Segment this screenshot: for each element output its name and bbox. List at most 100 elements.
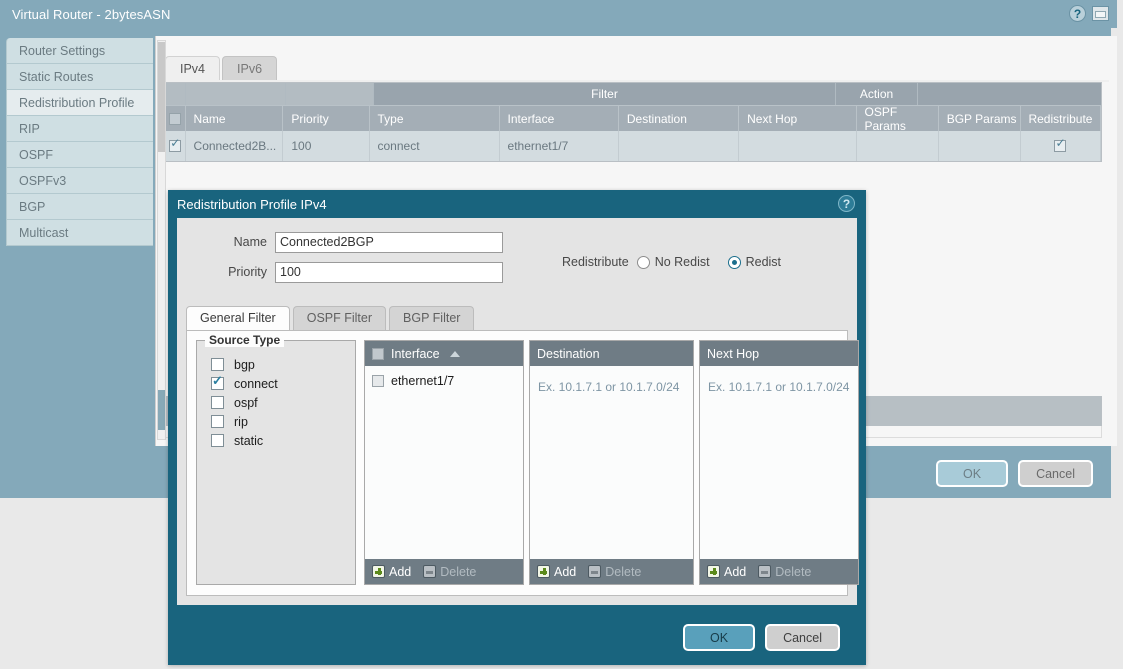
interface-list-body: ethernet1/7: [365, 366, 523, 559]
tab-ipv6[interactable]: IPv6: [222, 56, 277, 81]
dialog-cancel-button[interactable]: Cancel: [765, 624, 840, 651]
sidebar-item-static-routes[interactable]: Static Routes: [6, 64, 153, 90]
content-scrollbar-thumb[interactable]: [158, 42, 165, 152]
dialog-button-bar: OK Cancel: [683, 624, 840, 651]
tab-ipv4[interactable]: IPv4: [165, 56, 220, 81]
ospf-label: ospf: [234, 396, 258, 410]
grid-col-name[interactable]: Name: [186, 105, 284, 131]
dialog-title: Redistribution Profile IPv4: [177, 197, 327, 212]
rip-checkbox[interactable]: [211, 415, 224, 428]
tab-general-filter[interactable]: General Filter: [186, 306, 290, 330]
minus-icon: [423, 565, 436, 578]
static-checkbox[interactable]: [211, 434, 224, 447]
minus-icon: [758, 565, 771, 578]
destination-list-body: Ex. 10.1.7.1 or 10.1.7.0/24: [530, 366, 693, 559]
grid-col-redistribute[interactable]: Redistribute: [1021, 105, 1101, 131]
next-hop-list-header[interactable]: Next Hop: [700, 341, 858, 366]
name-label: Name: [177, 235, 275, 249]
redistribute-checkbox[interactable]: [1054, 140, 1066, 152]
interface-add-button[interactable]: Add: [372, 565, 411, 579]
screen: Virtual Router - 2bytesASN ? Router Sett…: [0, 0, 1123, 669]
dialog-body: Name Priority Redistribute No Redist Red…: [177, 218, 857, 605]
radio-redist[interactable]: Redist: [728, 255, 781, 269]
interface-list-header[interactable]: Interface: [365, 341, 523, 366]
grid-group-filter: Filter: [374, 83, 836, 105]
list-item[interactable]: ethernet1/7: [365, 370, 523, 392]
interface-list-panel: Interface ethernet1/7 Add: [364, 340, 524, 585]
select-all-checkbox[interactable]: [169, 113, 181, 125]
interface-delete-button[interactable]: Delete: [423, 565, 476, 579]
sort-ascending-icon[interactable]: [450, 351, 460, 357]
source-type-ospf[interactable]: ospf: [211, 393, 355, 412]
destination-list-header[interactable]: Destination: [530, 341, 693, 366]
bgp-label: bgp: [234, 358, 255, 372]
source-type-connect[interactable]: connect: [211, 374, 355, 393]
restore-window-icon[interactable]: [1092, 6, 1109, 21]
destination-list-panel: Destination Ex. 10.1.7.1 or 10.1.7.0/24 …: [529, 340, 694, 585]
row-select-cell[interactable]: [166, 131, 186, 161]
grid-header-row: Name Priority Type Interface Destination…: [166, 105, 1101, 131]
general-filter-panel: Source Type bgp connect ospf: [186, 330, 848, 596]
table-row[interactable]: Connected2B... 100 connect ethernet1/7: [166, 131, 1101, 161]
sidebar-item-rip[interactable]: RIP: [6, 116, 153, 142]
grid-group-header-row: Filter Action: [166, 83, 1101, 105]
sidebar-item-redistribution-profile[interactable]: Redistribution Profile: [6, 90, 153, 116]
window-ok-button[interactable]: OK: [936, 460, 1008, 487]
source-type-static[interactable]: static: [211, 431, 355, 450]
help-icon[interactable]: ?: [1069, 5, 1086, 22]
grid-col-bgp-params[interactable]: BGP Params: [939, 105, 1021, 131]
redist-radio-icon[interactable]: [728, 256, 741, 269]
connect-checkbox[interactable]: [211, 377, 224, 390]
destination-add-button[interactable]: Add: [537, 565, 576, 579]
row-select-checkbox[interactable]: [169, 140, 181, 152]
cell-destination: [619, 131, 739, 161]
interface-header-label: Interface: [391, 347, 440, 361]
priority-input[interactable]: [275, 262, 503, 283]
cell-type: connect: [370, 131, 500, 161]
interface-select-all-checkbox[interactable]: [372, 348, 384, 360]
destination-delete-button[interactable]: Delete: [588, 565, 641, 579]
sidebar-item-router-settings[interactable]: Router Settings: [6, 38, 153, 64]
content-scrollbar-thumb-lower[interactable]: [158, 390, 165, 430]
interface-delete-label: Delete: [440, 565, 476, 579]
radio-no-redist[interactable]: No Redist: [637, 255, 710, 269]
dialog-help-icon[interactable]: ?: [838, 195, 855, 212]
grid-col-next-hop[interactable]: Next Hop: [739, 105, 856, 131]
grid-group-action: Action: [836, 83, 918, 105]
window-title-icons: ?: [1069, 5, 1109, 22]
sidebar-item-ospf[interactable]: OSPF: [6, 142, 153, 168]
ospf-checkbox[interactable]: [211, 396, 224, 409]
grid-col-type[interactable]: Type: [370, 105, 500, 131]
no-redist-radio-icon[interactable]: [637, 256, 650, 269]
next-hop-list-panel: Next Hop Ex. 10.1.7.1 or 10.1.7.0/24 Add…: [699, 340, 859, 585]
plus-icon: [707, 565, 720, 578]
next-hop-add-button[interactable]: Add: [707, 565, 746, 579]
interface-row-label: ethernet1/7: [391, 374, 454, 388]
cell-next-hop: [739, 131, 856, 161]
window-cancel-button[interactable]: Cancel: [1018, 460, 1093, 487]
grid-select-all-cell[interactable]: [166, 105, 186, 131]
grid-col-priority[interactable]: Priority: [283, 105, 369, 131]
interface-row-checkbox[interactable]: [372, 375, 384, 387]
grid-col-interface[interactable]: Interface: [500, 105, 619, 131]
tab-ospf-filter[interactable]: OSPF Filter: [293, 306, 386, 330]
grid-col-ospf-params[interactable]: OSPF Params: [857, 105, 939, 131]
name-input[interactable]: [275, 232, 503, 253]
filter-tabs: General Filter OSPF Filter BGP Filter: [186, 306, 477, 330]
destination-hint: Ex. 10.1.7.1 or 10.1.7.0/24: [530, 370, 693, 394]
tab-bgp-filter[interactable]: BGP Filter: [389, 306, 474, 330]
name-row: Name: [177, 230, 857, 254]
dialog-ok-button[interactable]: OK: [683, 624, 755, 651]
sidebar-item-ospfv3[interactable]: OSPFv3: [6, 168, 153, 194]
sidebar-item-multicast[interactable]: Multicast: [6, 220, 153, 246]
next-hop-delete-button[interactable]: Delete: [758, 565, 811, 579]
destination-delete-label: Delete: [605, 565, 641, 579]
source-type-rip[interactable]: rip: [211, 412, 355, 431]
next-hop-add-label: Add: [724, 565, 746, 579]
destination-header-label: Destination: [537, 347, 600, 361]
sidebar-item-bgp[interactable]: BGP: [6, 194, 153, 220]
rip-label: rip: [234, 415, 248, 429]
grid-col-destination[interactable]: Destination: [619, 105, 739, 131]
source-type-bgp[interactable]: bgp: [211, 355, 355, 374]
bgp-checkbox[interactable]: [211, 358, 224, 371]
